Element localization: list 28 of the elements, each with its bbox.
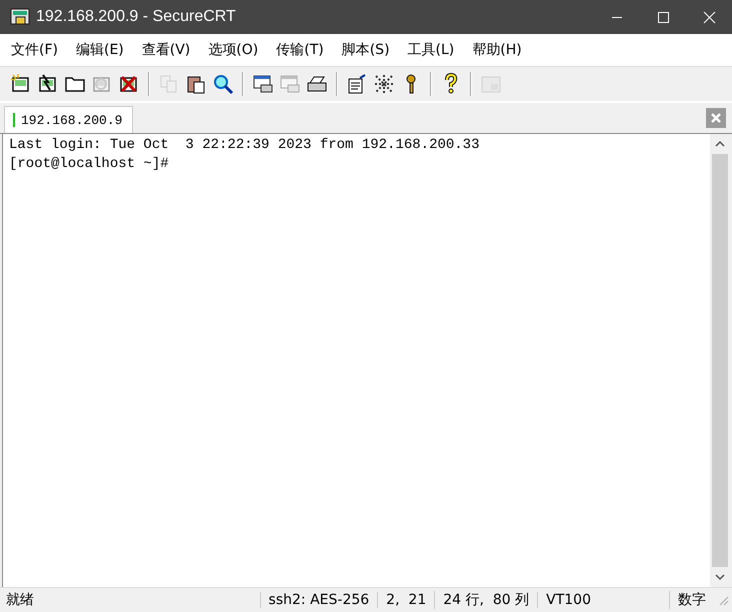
menu-item[interactable]: 文件(F) <box>2 41 67 59</box>
close-tab-button[interactable] <box>706 108 726 128</box>
status-text: VT100 <box>537 592 599 608</box>
scrollbar[interactable] <box>710 134 730 587</box>
status-text: 就绪 <box>5 591 35 609</box>
scroll-thumb[interactable] <box>712 154 728 567</box>
status-text: 数字 <box>669 591 714 609</box>
menu-item[interactable]: 查看(V) <box>132 41 200 59</box>
menu-item[interactable]: 选项(O) <box>199 41 268 59</box>
session-tab[interactable]: 192.168.200.9 <box>4 106 134 133</box>
menu-item[interactable]: 帮助(H) <box>463 41 531 59</box>
status-text: 24 行, 80 列 <box>434 591 538 609</box>
window-icon[interactable] <box>252 73 274 95</box>
status-text: 2, 21 <box>377 592 434 608</box>
app-icon <box>10 7 30 27</box>
computer-spark-icon[interactable] <box>10 73 32 95</box>
terminal-line: [root@localhost ~]# <box>9 155 170 174</box>
terminal-line: Last login: Tue Oct 3 22:22:39 2023 from 192.168.200.33 <box>9 136 480 155</box>
menu-item[interactable]: 脚本(S) <box>332 41 399 59</box>
menu-item[interactable]: 工具(L) <box>398 41 464 59</box>
crossed-computer-icon[interactable] <box>118 73 140 95</box>
lightning-computer-icon[interactable] <box>37 73 59 95</box>
window-title: 192.168.200.9 - SecureCRT <box>36 8 237 26</box>
menu-item[interactable]: 传输(T) <box>267 41 333 59</box>
menu-item[interactable]: 编辑(E) <box>66 41 133 59</box>
document-icon[interactable] <box>346 73 368 95</box>
status-text: ssh2: AES-256 <box>260 592 378 608</box>
magnifier-icon[interactable] <box>212 73 234 95</box>
